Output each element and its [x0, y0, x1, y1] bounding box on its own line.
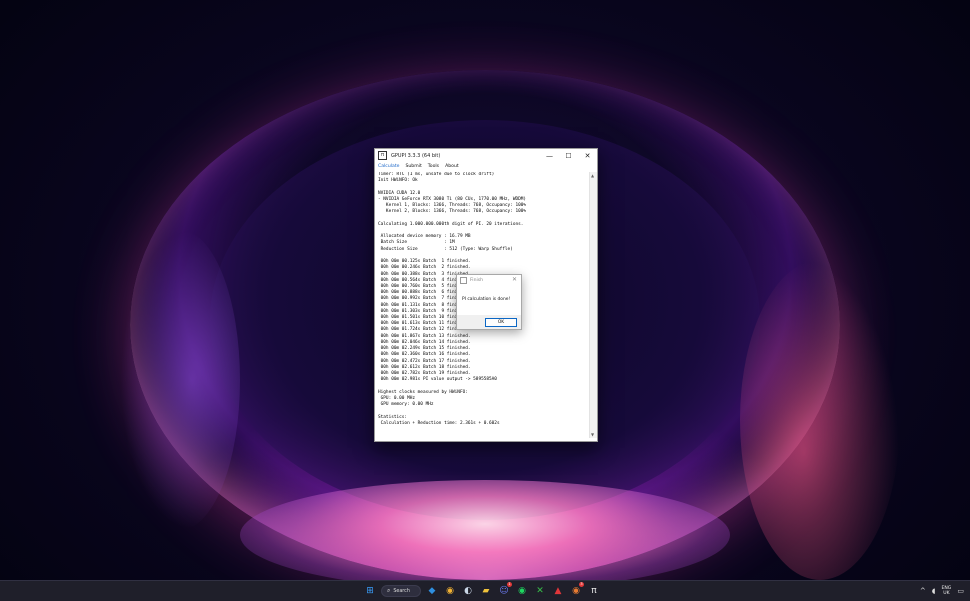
search-icon: ⌕ [387, 587, 391, 594]
dialog-app-icon [460, 276, 467, 284]
close-button[interactable]: ✕ [578, 149, 597, 162]
dialog-titlebar[interactable]: Finish ✕ [457, 275, 521, 285]
wallpaper-right-glow [740, 260, 900, 580]
wallpaper-left-glow [120, 230, 240, 530]
minimize-button[interactable]: — [540, 149, 559, 162]
taskbar-search[interactable]: ⌕ Search [381, 585, 421, 597]
window-title: GPUPI 3.3.3 (64 bit) [391, 152, 441, 159]
file-explorer-icon[interactable]: ▰ [479, 584, 493, 598]
gpupi-taskbar-icon[interactable]: π [587, 584, 601, 598]
steam-icon[interactable]: ◐ [461, 584, 475, 598]
taskbar: ⊞ ⌕ Search ◆ ◉ ◐ ▰ ☺ 1 ◉ ✕ ▲ ◉ 3 π ^ ◖ ENG UK ▭ [0, 580, 970, 601]
menu-about[interactable]: About [445, 164, 459, 169]
menu-bar: Calculate Submit Tools About [375, 162, 597, 171]
scroll-down-arrow-icon[interactable]: ▼ [591, 432, 594, 437]
keyboard-layout: UK [943, 591, 950, 596]
ok-button[interactable]: OK [485, 318, 517, 327]
console-scrollbar[interactable]: ▲ ▼ [589, 172, 597, 438]
menu-submit[interactable]: Submit [405, 164, 421, 169]
notification-badge: 1 [507, 582, 512, 587]
chrome-icon[interactable]: ◉ [443, 584, 457, 598]
chrome-2-icon[interactable]: ◉ 3 [569, 582, 584, 598]
dialog-message: PI calculation is done! [462, 297, 511, 302]
scroll-up-arrow-icon[interactable]: ▲ [591, 173, 594, 178]
tray-overflow-chevron-icon[interactable]: ^ [920, 587, 926, 595]
system-tray: ^ ◖ ENG UK ▭ [920, 584, 964, 598]
app-red-icon[interactable]: ▲ [551, 584, 565, 598]
gpupi-app-icon: π [378, 151, 387, 160]
menu-tools[interactable]: Tools [428, 164, 439, 169]
notification-icon[interactable]: ▭ [957, 587, 964, 595]
spotify-icon[interactable]: ◉ [515, 584, 529, 598]
window-titlebar[interactable]: π GPUPI 3.3.3 (64 bit) — ☐ ✕ [375, 149, 597, 162]
start-icon[interactable]: ⊞ [363, 584, 377, 598]
menu-calculate[interactable]: Calculate [378, 164, 399, 169]
taskbar-apps: ⊞ ⌕ Search ◆ ◉ ◐ ▰ ☺ 1 ◉ ✕ ▲ ◉ 3 π [363, 582, 601, 598]
dialog-footer: OK [457, 315, 521, 329]
volume-icon[interactable]: ◖ [932, 587, 936, 595]
wallpaper-bloom-glow [240, 480, 730, 580]
dialog-title: Finish [470, 277, 484, 283]
search-label: Search [393, 588, 410, 594]
notification-badge: 3 [579, 582, 584, 587]
console-line: Calculation + Reduction time: 2.361s + 0… [378, 420, 500, 426]
language-indicator[interactable]: ENG UK [941, 586, 951, 597]
dialog-close-icon[interactable]: ✕ [512, 276, 517, 283]
maximize-button[interactable]: ☐ [559, 149, 578, 162]
xbox-icon[interactable]: ✕ [533, 584, 547, 598]
finish-dialog: Finish ✕ PI calculation is done! OK [456, 274, 522, 330]
vscode-icon[interactable]: ◆ [425, 584, 439, 598]
discord-icon[interactable]: ☺ 1 [497, 582, 512, 598]
